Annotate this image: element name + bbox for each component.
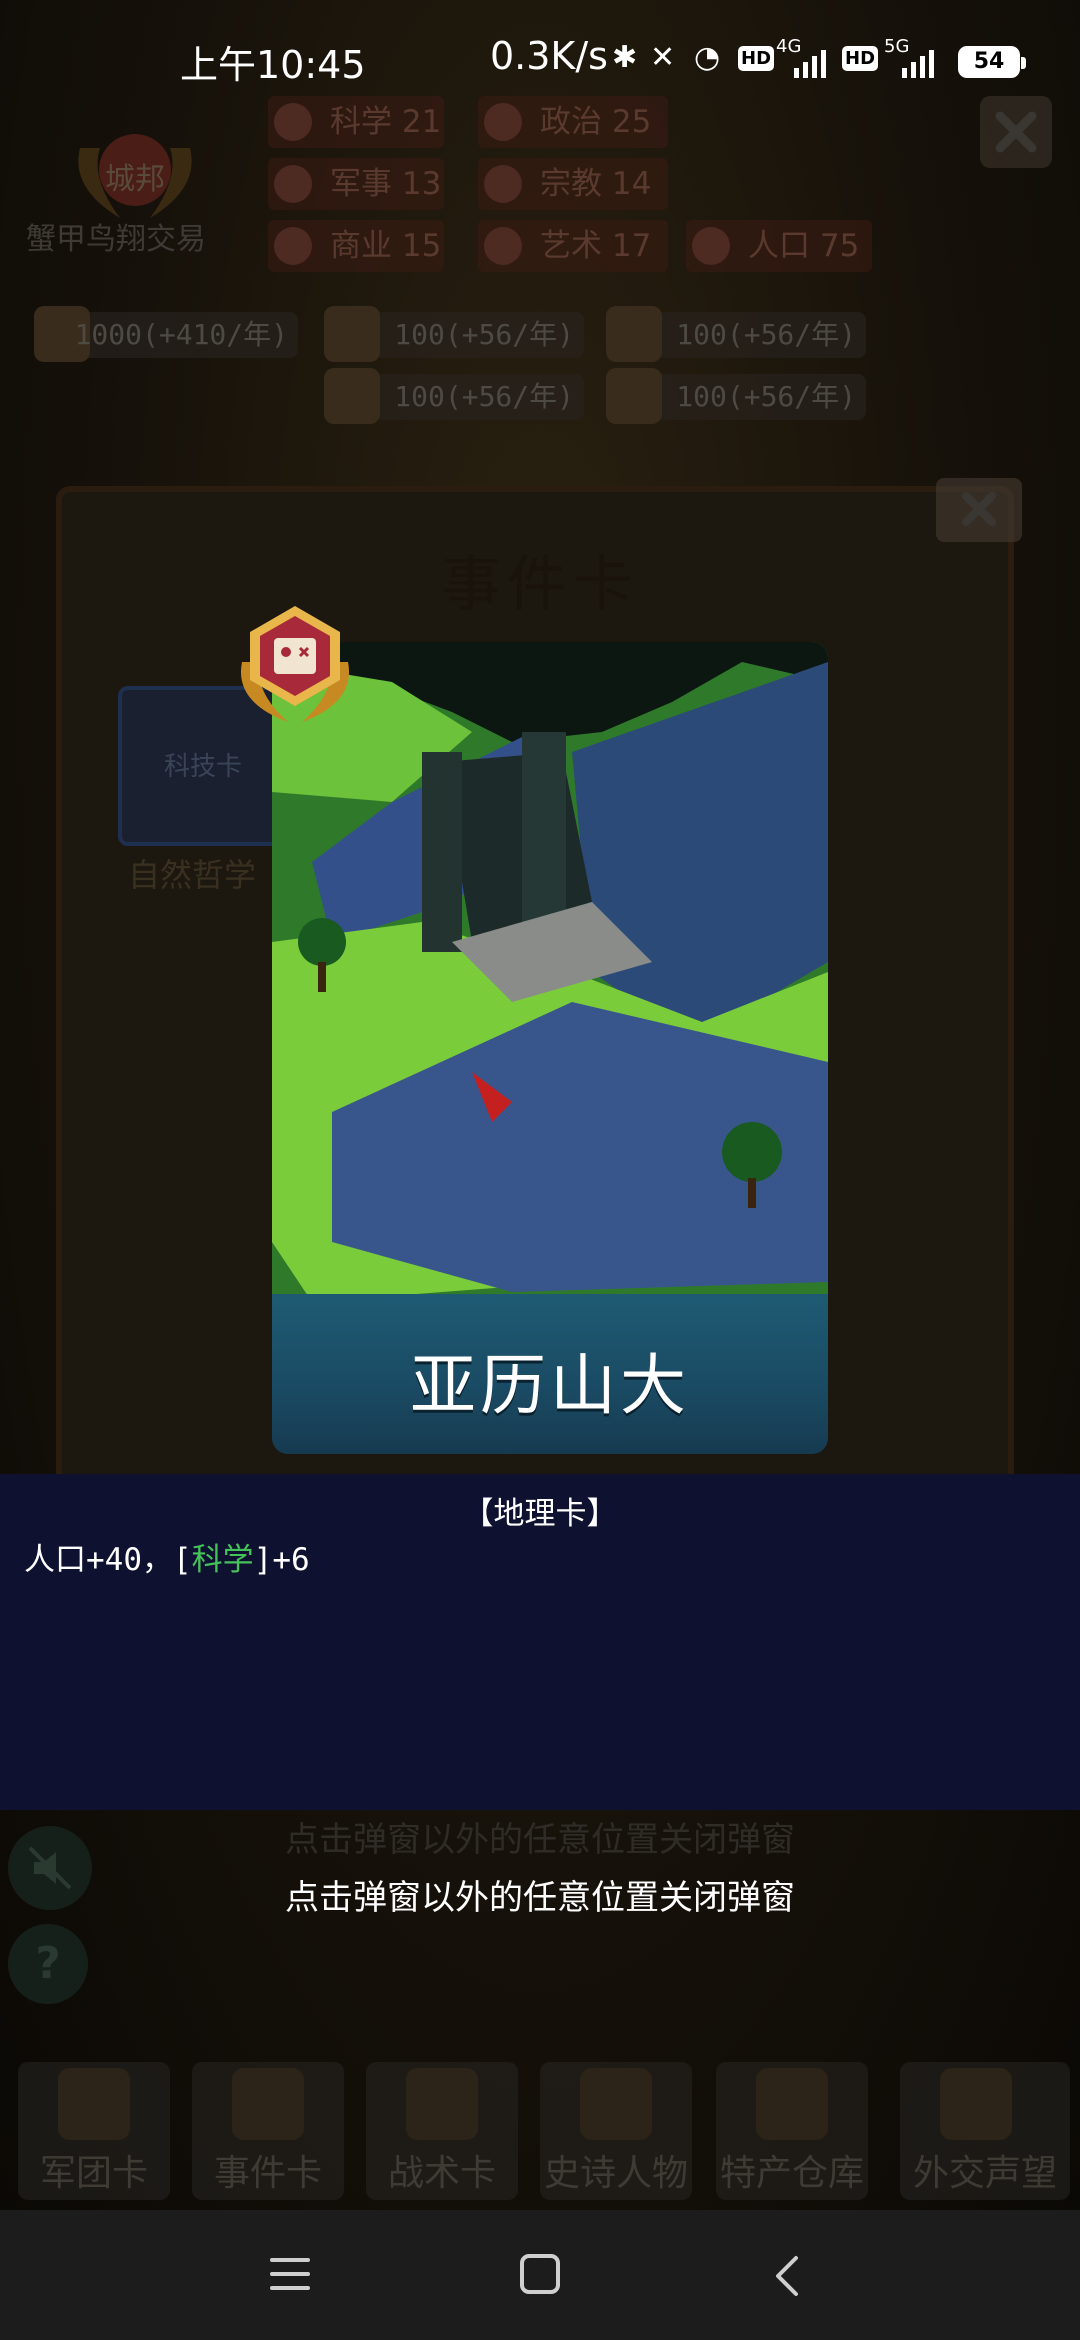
envelope-icon xyxy=(940,2068,1012,2140)
tab-specialty-warehouse[interactable]: 特产仓库 xyxy=(716,2062,868,2200)
stat-religion: 宗教 14 xyxy=(478,158,668,210)
hd-icon: HD xyxy=(842,46,879,71)
card-title: 亚历山大 xyxy=(410,1347,690,1424)
resource-food: 100(+56/年) xyxy=(606,368,866,424)
religion-icon xyxy=(484,165,522,203)
system-nav-bar xyxy=(0,2210,1080,2340)
resource-gold: 1000(+410/年) xyxy=(34,306,298,362)
stat-religion-value: 14 xyxy=(611,166,652,202)
book-icon xyxy=(606,306,662,362)
panel-title: 事件卡 xyxy=(441,550,639,620)
stat-military-value: 13 xyxy=(401,166,442,202)
card-effect-suffix: ]+6 xyxy=(253,1542,310,1578)
scroll-icon xyxy=(232,2068,304,2140)
commerce-icon xyxy=(274,227,312,265)
resource-stone: 100(+56/年) xyxy=(324,368,584,424)
stat-population-value: 75 xyxy=(819,228,860,264)
resource-food-value: 100(+56/年) xyxy=(676,380,856,413)
helmet-icon xyxy=(58,2068,130,2140)
stat-art-label: 艺术 xyxy=(540,228,602,264)
menu-icon[interactable] xyxy=(268,2254,312,2294)
tab-tactic-cards-label: 战术卡 xyxy=(387,2153,496,2194)
status-bar: 上午10:45 0.3K/s ✱ ✕ ◔ HD 4G HD 5G 54 xyxy=(0,0,1080,120)
population-icon xyxy=(692,227,730,265)
mute-icon: ✕ xyxy=(650,40,676,75)
tab-diplomatic-prestige-label: 外交声望 xyxy=(912,2153,1057,2194)
stone-icon xyxy=(324,368,380,424)
tab-legion-cards[interactable]: 军团卡 xyxy=(18,2062,170,2200)
tech-card-name: 自然哲学 xyxy=(128,856,257,894)
help-button[interactable]: ? xyxy=(8,1924,88,2004)
polity-name: 蟹甲鸟翔交易 xyxy=(26,222,206,257)
resource-gold-value: 1000(+410/年) xyxy=(74,318,288,351)
tab-event-cards-label: 事件卡 xyxy=(213,2153,322,2194)
tab-epic-figures[interactable]: 史诗人物 xyxy=(540,2062,692,2200)
tech-card-label: 科技卡 xyxy=(163,752,242,782)
map-icon xyxy=(240,606,350,722)
chest-icon xyxy=(756,2068,828,2140)
stat-population: 人口 75 xyxy=(686,220,872,272)
back-icon[interactable] xyxy=(772,2254,802,2298)
home-icon[interactable] xyxy=(518,2252,562,2296)
stat-commerce-label: 商业 xyxy=(330,228,392,264)
bluetooth-icon: ✱ xyxy=(612,40,638,75)
tab-tactic-cards[interactable]: 战术卡 xyxy=(366,2062,518,2200)
alarm-icon: ◔ xyxy=(694,40,721,75)
card-category: 【地理卡】 xyxy=(462,1496,618,1532)
crossed-swords-icon xyxy=(406,2068,478,2140)
stat-military: 军事 13 xyxy=(268,158,444,210)
tab-epic-figures-label: 史诗人物 xyxy=(543,2153,688,2194)
stat-art-value: 17 xyxy=(611,228,652,264)
background-hint-text: 点击弹窗以外的任意位置关闭弹窗 xyxy=(285,1820,795,1860)
signal-icon xyxy=(902,50,934,78)
stat-population-label: 人口 xyxy=(748,228,810,264)
stat-military-label: 军事 xyxy=(330,166,392,202)
resource-wood-value: 100(+56/年) xyxy=(394,318,574,351)
art-icon xyxy=(484,227,522,265)
card-effect: 人口+40，[科学]+6 xyxy=(24,1534,310,1579)
tab-legion-cards-label: 军团卡 xyxy=(39,2153,148,2194)
close-icon xyxy=(962,492,996,526)
network-speed: 0.3K/s xyxy=(490,34,608,78)
panel-close-button[interactable] xyxy=(936,478,1022,542)
meat-icon xyxy=(606,368,662,424)
close-hint-text[interactable]: 点击弹窗以外的任意位置关闭弹窗 xyxy=(0,1870,1080,1919)
question-icon: ? xyxy=(35,1938,61,1989)
military-icon xyxy=(274,165,312,203)
wood-icon xyxy=(324,306,380,362)
polity-emblem: 城邦 xyxy=(60,118,210,228)
card-description-panel: 【地理卡】 人口+40，[科学]+6 xyxy=(0,1474,1080,1810)
crown-icon xyxy=(580,2068,652,2140)
card-effect-prefix: 人口+40，[ xyxy=(24,1542,192,1578)
battery-indicator: 54 xyxy=(958,46,1026,78)
signal-icon xyxy=(794,50,826,78)
polity-badge-label: 城邦 xyxy=(105,162,165,197)
resource-book: 100(+56/年) xyxy=(606,306,866,362)
card-effect-highlight: 科学 xyxy=(191,1542,254,1578)
stat-commerce: 商业 15 xyxy=(268,220,444,272)
stat-religion-label: 宗教 xyxy=(540,166,602,202)
hd-icon: HD xyxy=(738,46,775,71)
card-artwork xyxy=(272,642,828,1302)
stat-commerce-value: 15 xyxy=(401,228,442,264)
tab-event-cards[interactable]: 事件卡 xyxy=(192,2062,344,2200)
resource-wood: 100(+56/年) xyxy=(324,306,584,362)
featured-card[interactable]: 亚历山大 xyxy=(272,642,828,1454)
stat-art: 艺术 17 xyxy=(478,220,668,272)
resource-stone-value: 100(+56/年) xyxy=(394,380,574,413)
tab-specialty-warehouse-label: 特产仓库 xyxy=(719,2153,864,2194)
resource-book-value: 100(+56/年) xyxy=(676,318,856,351)
status-time: 上午10:45 xyxy=(180,43,366,87)
tab-diplomatic-prestige[interactable]: 外交声望 xyxy=(900,2062,1070,2200)
